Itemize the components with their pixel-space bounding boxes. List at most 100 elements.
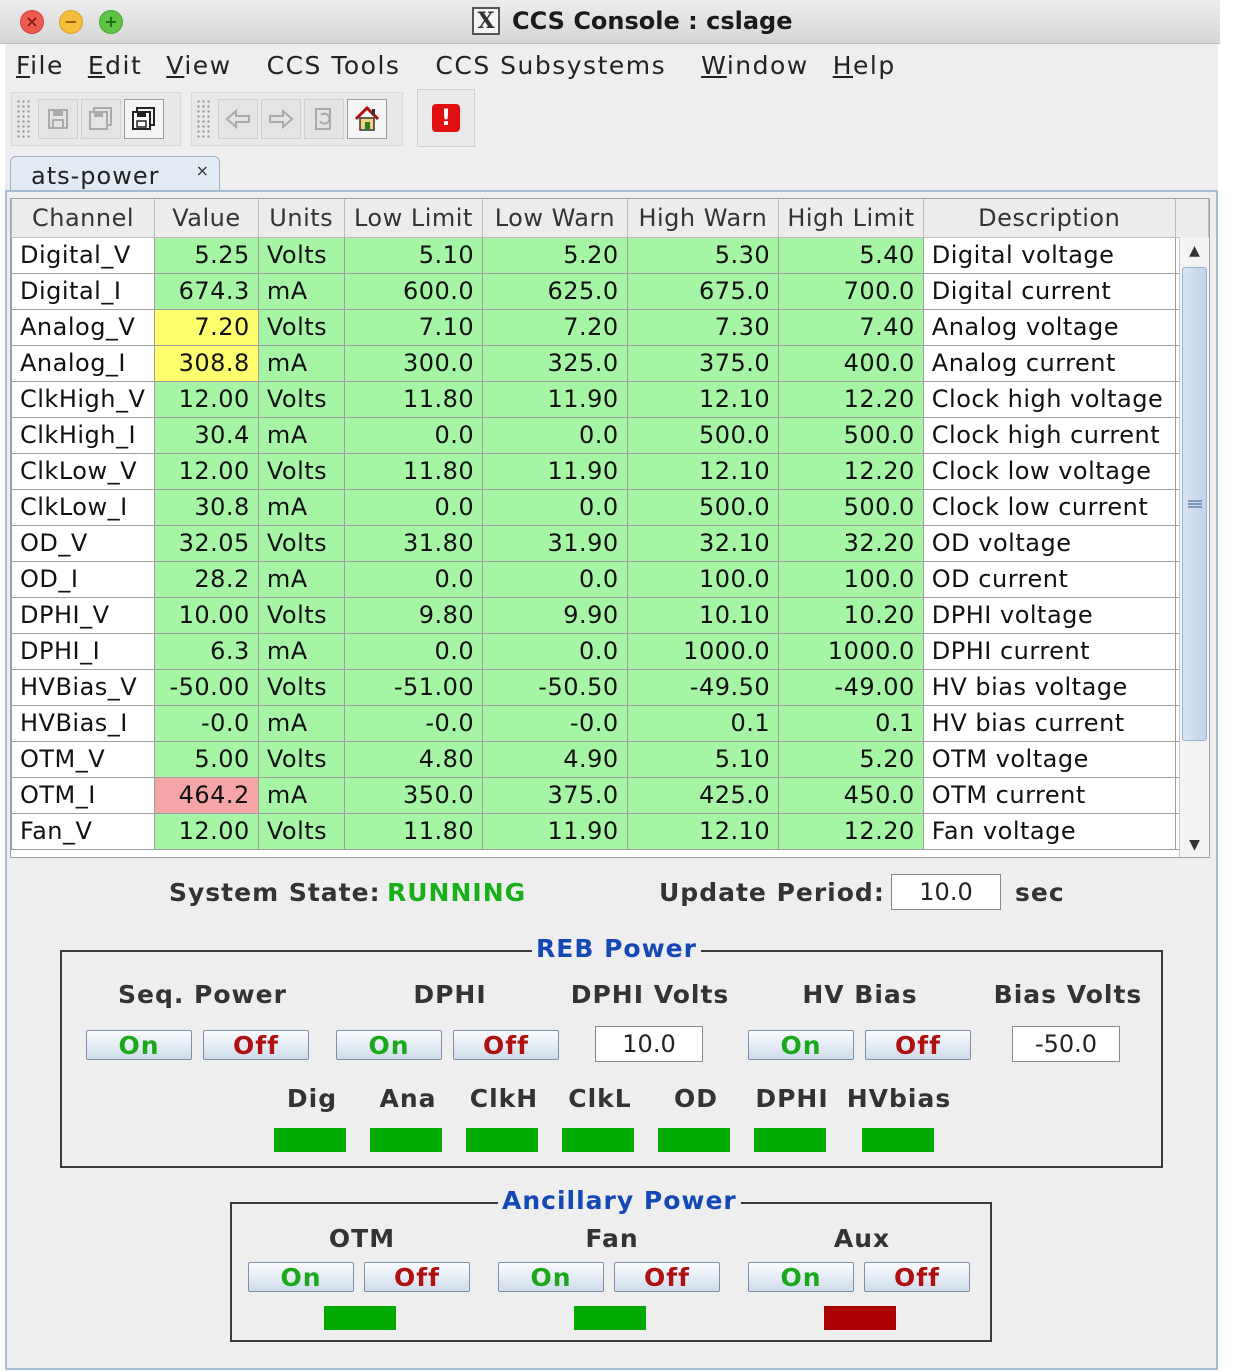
menu-window[interactable]: Window [701,51,809,80]
table-row[interactable]: ClkLow_I 30.8 mA 0.0 0.0 500.0 500.0 Clock low … [11,488,1209,526]
cell-high-warn: 425.0 [626,776,780,814]
cell-low-limit: -0.0 [343,704,484,742]
table-row[interactable]: Digital_I 674.3 mA 600.0 625.0 675.0 700.0 Digi… [11,272,1209,310]
table-row[interactable]: ClkLow_V 12.00 Volts 11.80 11.90 12.10 12.20 Cl… [11,452,1209,490]
cell-low-warn: 0.0 [482,416,628,454]
fan-off-button[interactable]: Off [614,1262,720,1292]
menu-view[interactable]: View [166,51,231,80]
cell-low-warn: 375.0 [482,776,628,814]
indicator-label-clkh: ClkH [469,1084,539,1113]
cell-channel: ClkHigh_V [11,380,155,418]
cell-channel: ClkLow_V [11,452,155,490]
table-row[interactable]: Fan_V 12.00 Volts 11.80 11.90 12.10 12.20 Fan v… [11,812,1209,850]
hv-bias-off-button[interactable]: Off [865,1030,971,1060]
table-row[interactable]: OTM_I 464.2 mA 350.0 375.0 425.0 450.0 OTM curr… [11,776,1209,814]
cell-low-warn: 0.0 [482,488,628,526]
fan-on-button[interactable]: On [498,1262,604,1292]
system-state-value: RUNNING [387,878,527,907]
table-row[interactable]: Analog_I 308.8 mA 300.0 325.0 375.0 400.0 Analo… [11,344,1209,382]
cell-low-limit: -51.00 [343,668,484,706]
otm-on-button[interactable]: On [248,1262,354,1292]
toolbar-grip[interactable] [16,99,32,139]
alert-icon: ! [432,104,460,132]
indicator-led-clkl [562,1128,634,1152]
menu-ccs-tools[interactable]: CCS Tools [267,51,401,80]
cell-units: Volts [257,740,345,778]
table-row[interactable]: OD_I 28.2 mA 0.0 0.0 100.0 100.0 OD current [11,560,1209,598]
minimize-window-icon[interactable]: − [59,10,83,34]
cell-channel: Analog_V [11,308,155,346]
save-icon[interactable] [38,99,78,139]
otm-status-led [324,1306,396,1330]
table-vertical-scrollbar[interactable]: ▲ ▼ [1179,237,1209,857]
cell-channel: DPHI_V [11,596,155,634]
column-header-value[interactable]: Value [153,199,259,238]
table-row[interactable]: Digital_V 5.25 Volts 5.10 5.20 5.30 5.40 Digita… [11,236,1209,274]
otm-label: OTM [328,1224,396,1253]
menu-help[interactable]: Help [833,51,896,80]
table-row[interactable]: HVBias_V -50.00 Volts -51.00 -50.50 -49.50 -49… [11,668,1209,706]
cell-units: mA [257,416,345,454]
table-row[interactable]: DPHI_I 6.3 mA 0.0 0.0 1000.0 1000.0 DPHI curren… [11,632,1209,670]
hv-bias-on-button[interactable]: On [748,1030,854,1060]
seq-power-on-button[interactable]: On [86,1030,192,1060]
scroll-thumb[interactable] [1182,267,1207,741]
column-header-low-limit[interactable]: Low Limit [343,199,484,238]
scroll-up-icon[interactable]: ▲ [1180,237,1209,265]
tab-ats-power[interactable]: ats-power × [10,156,220,194]
cell-value: 12.00 [153,812,259,850]
cell-high-limit: 10.20 [778,596,924,634]
dphi-volts-input[interactable]: 10.0 [595,1026,703,1062]
cell-units: mA [257,560,345,598]
scroll-down-icon[interactable]: ▼ [1180,831,1209,857]
toolbar-nav-group [191,92,403,146]
cell-units: Volts [257,236,345,274]
table-row[interactable]: OD_V 32.05 Volts 31.80 31.90 32.10 32.20 OD vol… [11,524,1209,562]
update-period-unit: sec [1015,878,1065,907]
column-header-description[interactable]: Description [922,199,1176,238]
cell-channel: Analog_I [11,344,155,382]
save-as-icon[interactable] [124,99,164,139]
toolbar-grip[interactable] [196,99,212,139]
toolbar-file-group [11,92,181,146]
table-row[interactable]: DPHI_V 10.00 Volts 9.80 9.90 10.10 10.20 DPHI v… [11,596,1209,634]
close-tab-icon[interactable]: × [196,161,209,180]
save-all-icon[interactable] [81,99,121,139]
cell-high-warn: 100.0 [626,560,780,598]
cell-description: DPHI voltage [922,596,1176,634]
menu-edit[interactable]: Edit [88,51,142,80]
aux-on-button[interactable]: On [748,1262,854,1292]
aux-off-button[interactable]: Off [864,1262,970,1292]
table-row[interactable]: Analog_V 7.20 Volts 7.10 7.20 7.30 7.40 Analog … [11,308,1209,346]
dphi-off-button[interactable]: Off [453,1030,559,1060]
seq-power-off-button[interactable]: Off [203,1030,309,1060]
refresh-icon[interactable] [304,99,344,139]
cell-high-warn: 12.10 [626,452,780,490]
maximize-window-icon[interactable]: + [99,10,123,34]
cell-high-limit: 450.0 [778,776,924,814]
indicator-label-dphi: DPHI [755,1084,829,1113]
cell-high-warn: 0.1 [626,704,780,742]
column-header-units[interactable]: Units [257,199,345,238]
cell-high-limit: 700.0 [778,272,924,310]
column-header-high-warn[interactable]: High Warn [626,199,780,238]
table-row[interactable]: OTM_V 5.00 Volts 4.80 4.90 5.10 5.20 OTM voltag… [11,740,1209,778]
alert-button[interactable]: ! [417,89,475,147]
menu-ccs-subsystems[interactable]: CCS Subsystems [435,51,666,80]
table-row[interactable]: ClkHigh_V 12.00 Volts 11.80 11.90 12.10 12.20 C… [11,380,1209,418]
dphi-on-button[interactable]: On [336,1030,442,1060]
close-window-icon[interactable]: × [20,10,44,34]
column-header-low-warn[interactable]: Low Warn [482,199,628,238]
column-header-channel[interactable]: Channel [11,199,155,238]
menu-file[interactable]: File [16,51,64,80]
cell-channel: ClkHigh_I [11,416,155,454]
column-header-high-limit[interactable]: High Limit [778,199,924,238]
forward-arrow-icon[interactable] [261,99,301,139]
bias-volts-input[interactable]: -50.0 [1012,1026,1120,1062]
home-icon[interactable] [347,99,387,139]
update-period-input[interactable]: 10.0 [891,874,1001,910]
table-row[interactable]: HVBias_I -0.0 mA -0.0 -0.0 0.1 0.1 HV bias curr… [11,704,1209,742]
back-arrow-icon[interactable] [218,99,258,139]
otm-off-button[interactable]: Off [364,1262,470,1292]
table-row[interactable]: ClkHigh_I 30.4 mA 0.0 0.0 500.0 500.0 Clock hig… [11,416,1209,454]
